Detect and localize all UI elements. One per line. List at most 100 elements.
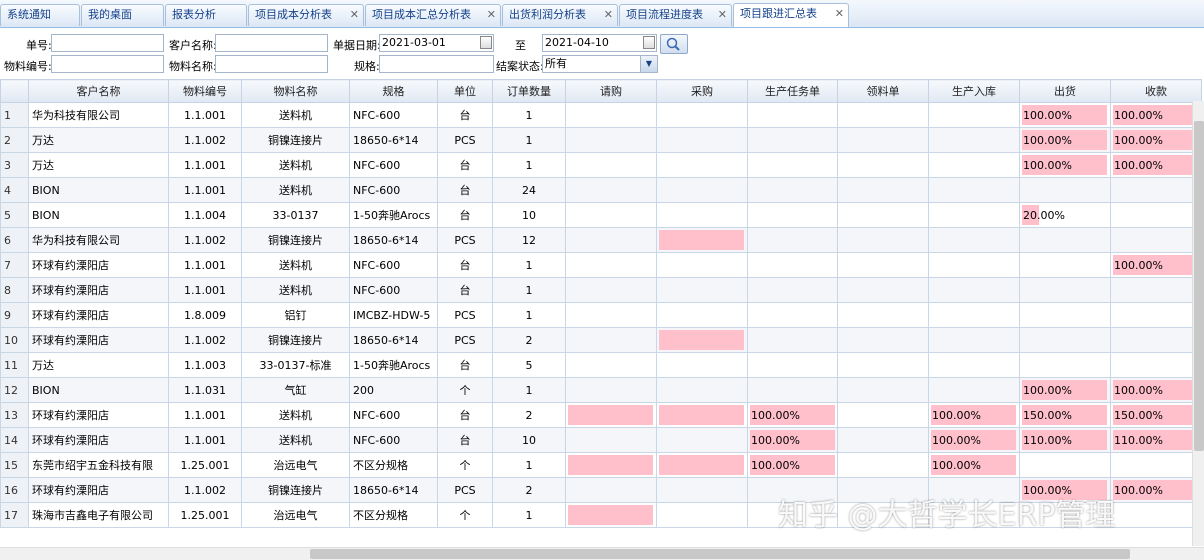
date-label: 单据日期:: [333, 39, 381, 52]
cell-code: 1.1.001: [168, 252, 242, 278]
cell-po: [656, 327, 748, 353]
cell-pay: 100.00%: [1110, 127, 1202, 153]
tab-8[interactable]: 项目跟进汇总表 ✕: [733, 3, 849, 27]
cell-ship: [1019, 252, 1111, 278]
table-row[interactable]: 7 环球有约溧阳店 1.1.001 送料机 NFC-600 台 1 100.00%: [0, 252, 1202, 278]
cell-spec: 不区分规格: [349, 452, 438, 478]
column-header[interactable]: 出货: [1019, 79, 1111, 103]
vertical-scrollbar[interactable]: [1192, 101, 1204, 546]
table-row[interactable]: 4 BION 1.1.001 送料机 NFC-600 台 24: [0, 177, 1202, 203]
column-header[interactable]: 收款: [1110, 79, 1202, 103]
horizontal-scrollbar[interactable]: [0, 547, 1204, 560]
column-header[interactable]: 物料编号: [168, 79, 242, 103]
cell-pr: [565, 427, 657, 453]
row-number: 12: [0, 377, 29, 403]
close-icon[interactable]: ✕: [835, 4, 844, 24]
status-select[interactable]: 所有 ▼: [542, 55, 658, 73]
table-row[interactable]: 9 环球有约溧阳店 1.8.009 铝钉 IMCBZ-HDW-5 PCS 1: [0, 302, 1202, 328]
column-header[interactable]: 请购: [565, 79, 657, 103]
cell-pay: 100.00%: [1110, 102, 1202, 128]
cell-pick: [837, 352, 929, 378]
order-no-input[interactable]: [51, 34, 164, 52]
cell-qty: 10: [492, 427, 566, 453]
table-row[interactable]: 14 环球有约溧阳店 1.1.001 送料机 NFC-600 台 10 100.00% 100.…: [0, 427, 1202, 453]
spec-input[interactable]: [379, 55, 494, 73]
date-to-field[interactable]: 2021-04-10: [542, 34, 657, 52]
column-header[interactable]: 生产入库: [928, 79, 1020, 103]
progress-value: 150.00%: [1023, 408, 1072, 422]
cell-po: [656, 252, 748, 278]
table-row[interactable]: 12 BION 1.1.031 气缸 200 个 1 100.00% 100.00%: [0, 377, 1202, 403]
cell-customer: 珠海市吉鑫电子有限公司: [28, 502, 169, 528]
cell-po: [656, 127, 748, 153]
cell-task: [747, 127, 838, 153]
cell-pr: [565, 377, 657, 403]
table-row[interactable]: 15 东莞市绍宇五金科技有限 1.25.001 治远电气 不区分规格个 1 100.00% 1…: [0, 452, 1202, 478]
material-code-input[interactable]: [51, 55, 164, 73]
close-icon[interactable]: ✕: [604, 5, 613, 25]
column-header[interactable]: 订单数量: [492, 79, 566, 103]
cell-code: 1.1.001: [168, 177, 242, 203]
tab-3[interactable]: 报表分析: [165, 4, 247, 26]
cell-inbound: [928, 127, 1020, 153]
table-row[interactable]: 13 环球有约溧阳店 1.1.001 送料机 NFC-600 台 2 100.00% 100.0…: [0, 402, 1202, 428]
cell-unit: 台: [437, 427, 493, 453]
cell-pick: [837, 127, 929, 153]
close-icon[interactable]: ✕: [350, 5, 359, 25]
scroll-thumb[interactable]: [1194, 121, 1204, 451]
column-header[interactable]: 单位: [437, 79, 493, 103]
search-icon: [666, 37, 680, 51]
search-button[interactable]: [660, 34, 688, 54]
progress-fill: [659, 230, 744, 250]
cell-name: 送料机: [241, 427, 350, 453]
cell-customer: 华为科技有限公司: [28, 227, 169, 253]
table-row[interactable]: 2 万达 1.1.002 铜镍连接片 18650-6*14 PCS 1 100.00% 100.…: [0, 127, 1202, 153]
cell-spec: NFC-600: [349, 402, 438, 428]
column-header[interactable]: 领料单: [837, 79, 929, 103]
calendar-icon[interactable]: [643, 36, 655, 49]
column-header[interactable]: [0, 79, 29, 103]
customer-input[interactable]: [215, 34, 328, 52]
table-row[interactable]: 11 万达 1.1.003 33-0137-标准 1-50奔驰Arocs 台 5: [0, 352, 1202, 378]
table-row[interactable]: 10 环球有约溧阳店 1.1.002 铜镍连接片 18650-6*14 PCS 2: [0, 327, 1202, 353]
cell-code: 1.1.002: [168, 477, 242, 503]
table-row[interactable]: 3 万达 1.1.001 送料机 NFC-600 台 1 100.00% 100.00%: [0, 152, 1202, 178]
cell-qty: 12: [492, 227, 566, 253]
cell-unit: PCS: [437, 327, 493, 353]
table-row[interactable]: 8 环球有约溧阳店 1.1.001 送料机 NFC-600 台 1: [0, 277, 1202, 303]
row-number: 4: [0, 177, 29, 203]
calendar-icon[interactable]: [480, 36, 492, 49]
cell-inbound: [928, 327, 1020, 353]
tab-label: 报表分析: [172, 8, 216, 21]
cell-po: [656, 402, 748, 428]
column-header[interactable]: 客户名称: [28, 79, 169, 103]
cell-unit: 个: [437, 452, 493, 478]
date-from-field[interactable]: 2021-03-01: [379, 34, 494, 52]
column-header[interactable]: 生产任务单: [747, 79, 838, 103]
cell-pick: [837, 252, 929, 278]
tab-2[interactable]: 我的桌面: [81, 4, 164, 26]
column-header[interactable]: 物料名称: [241, 79, 350, 103]
column-header[interactable]: 规格: [349, 79, 438, 103]
tab-5[interactable]: 项目成本汇总分析表 ✕: [365, 4, 501, 26]
cell-pay: [1110, 277, 1202, 303]
table-row[interactable]: 6 华为科技有限公司 1.1.002 铜镍连接片 18650-6*14 PCS 12: [0, 227, 1202, 253]
chevron-down-icon[interactable]: ▼: [640, 56, 657, 72]
scroll-thumb[interactable]: [310, 549, 1130, 559]
cell-inbound: [928, 152, 1020, 178]
close-icon[interactable]: ✕: [718, 5, 727, 25]
material-name-input[interactable]: [215, 55, 328, 73]
close-icon[interactable]: ✕: [487, 5, 496, 25]
data-grid: 客户名称 物料编号 物料名称 规格 单位 订单数量 请购 采购 生产任务单 领料单 生产入库 出货 收款…: [0, 79, 1204, 559]
tab-1[interactable]: 系统通知: [0, 4, 80, 26]
tab-4[interactable]: 项目成本分析表 ✕: [248, 4, 364, 26]
tab-7[interactable]: 项目流程进度表 ✕: [619, 4, 732, 26]
table-row[interactable]: 5 BION 1.1.004 33-0137 1-50奔驰Arocs 台 10 20.00%: [0, 202, 1202, 228]
watermark: 知乎 @大哲学长ERP管理: [778, 498, 1116, 533]
column-header[interactable]: 采购: [656, 79, 748, 103]
tab-6[interactable]: 出货利润分析表 ✕: [502, 4, 618, 26]
table-row[interactable]: 1 华为科技有限公司 1.1.001 送料机 NFC-600 台 1 100.00% 100.0…: [0, 102, 1202, 128]
cell-ship: [1019, 277, 1111, 303]
row-number: 2: [0, 127, 29, 153]
header-row: 客户名称 物料编号 物料名称 规格 单位 订单数量 请购 采购 生产任务单 领料单 生产入库 出货 收款: [0, 79, 1202, 103]
